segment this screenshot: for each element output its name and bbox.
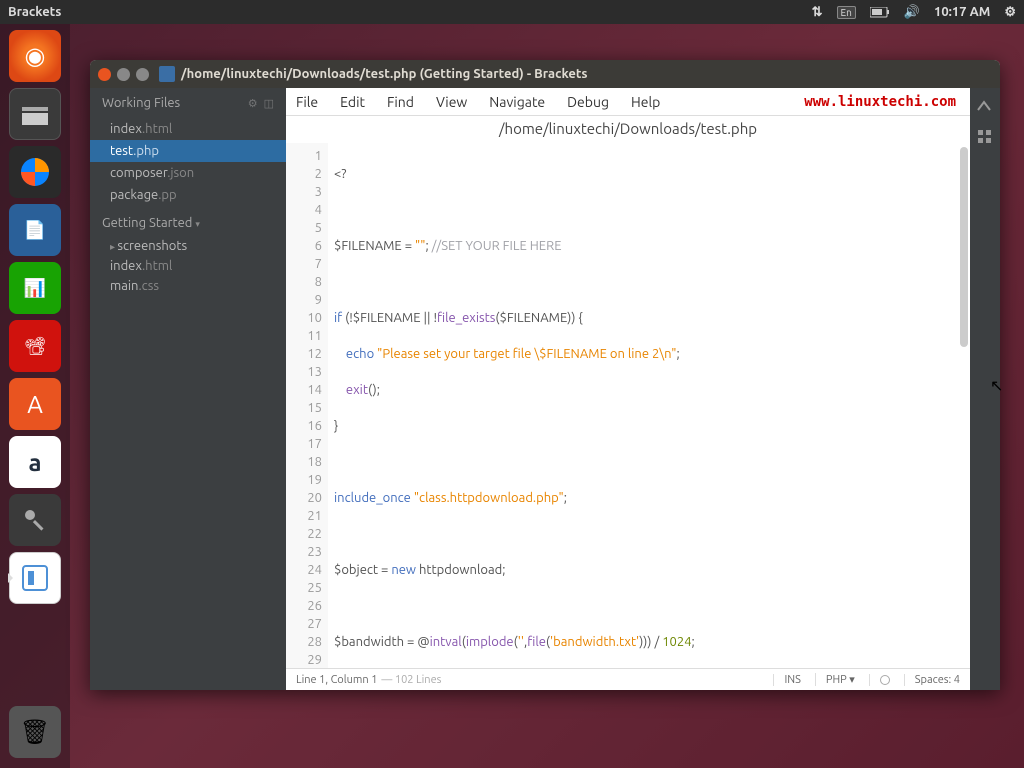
line-gutter: 1234▼56789101112131415▼1617181920▼212223… <box>286 143 328 668</box>
language-mode[interactable]: PHP ▾ <box>815 673 855 686</box>
lint-status[interactable] <box>869 674 890 686</box>
clock[interactable]: 10:17 AM <box>934 5 990 19</box>
unity-launcher: ◉ 📄 📊 📽 A a 🗑 <box>0 24 70 768</box>
menu-find[interactable]: Find <box>387 94 414 110</box>
network-icon[interactable]: ⇅ <box>812 5 823 20</box>
gear-icon[interactable]: ⚙ <box>248 97 258 110</box>
sidebar: Working Files ⚙ ◫ index.html test.php co… <box>90 88 286 690</box>
ubuntu-top-panel: Brackets ⇅ En 🔊 10:17 AM ⚙ <box>0 0 1024 24</box>
live-preview-icon[interactable] <box>976 96 994 114</box>
panel-app-name: Brackets <box>8 5 61 19</box>
trash-icon[interactable]: 🗑 <box>9 706 61 758</box>
minimize-button[interactable] <box>117 68 130 81</box>
menu-edit[interactable]: Edit <box>340 94 365 110</box>
menu-navigate[interactable]: Navigate <box>489 94 545 110</box>
calc-icon[interactable]: 📊 <box>9 262 61 314</box>
cursor-position[interactable]: Line 1, Column 1 <box>296 674 377 686</box>
menu-help[interactable]: Help <box>631 94 660 110</box>
dash-icon[interactable]: ◉ <box>9 30 61 82</box>
watermark-url: www.linuxtechi.com <box>804 94 956 110</box>
window-title: /home/linuxtechi/Downloads/test.php (Get… <box>181 67 588 81</box>
indent-setting[interactable]: Spaces: 4 <box>904 674 960 686</box>
writer-icon[interactable]: 📄 <box>9 204 61 256</box>
tree-main[interactable]: main.css <box>90 276 286 296</box>
firefox-icon[interactable] <box>9 146 61 198</box>
statusbar: Line 1, Column 1 — 102 Lines INS PHP ▾ S… <box>286 668 970 690</box>
brackets-icon[interactable] <box>9 552 61 604</box>
extensions-icon[interactable] <box>976 128 994 146</box>
file-path: /home/linuxtechi/Downloads/test.php <box>286 116 970 143</box>
settings-gear-icon[interactable]: ⚙ <box>1004 5 1016 20</box>
menubar: File Edit Find View Navigate Debug Help … <box>286 88 970 116</box>
volume-icon[interactable]: 🔊 <box>904 5 920 20</box>
tree-index[interactable]: index.html <box>90 256 286 276</box>
amazon-icon[interactable]: a <box>9 436 61 488</box>
working-file-test[interactable]: test.php <box>90 140 286 162</box>
language-indicator[interactable]: En <box>837 6 856 19</box>
menu-debug[interactable]: Debug <box>567 94 609 110</box>
brackets-window: /home/linuxtechi/Downloads/test.php (Get… <box>90 60 1000 690</box>
split-icon[interactable]: ◫ <box>264 97 274 110</box>
insert-mode[interactable]: INS <box>773 674 800 686</box>
window-titlebar[interactable]: /home/linuxtechi/Downloads/test.php (Get… <box>90 60 1000 88</box>
tree-screenshots[interactable]: screenshots <box>90 236 286 256</box>
editor[interactable]: 1234▼56789101112131415▼1617181920▼212223… <box>286 143 970 668</box>
editor-scrollbar[interactable] <box>960 147 968 347</box>
code-area[interactable]: <? $FILENAME = ""; //SET YOUR FILE HERE … <box>328 143 970 668</box>
system-settings-icon[interactable] <box>9 494 61 546</box>
project-header[interactable]: Getting Started ▾ <box>90 206 286 236</box>
close-button[interactable] <box>98 68 111 81</box>
files-icon[interactable] <box>9 88 61 140</box>
battery-icon[interactable] <box>870 7 890 18</box>
working-file-index[interactable]: index.html <box>90 118 286 140</box>
menu-file[interactable]: File <box>296 94 318 110</box>
software-icon[interactable]: A <box>9 378 61 430</box>
working-file-package[interactable]: package.pp <box>90 184 286 206</box>
app-icon <box>159 66 175 82</box>
menu-view[interactable]: View <box>436 94 467 110</box>
impress-icon[interactable]: 📽 <box>9 320 61 372</box>
working-files-header[interactable]: Working Files ⚙ ◫ <box>90 88 286 118</box>
maximize-button[interactable] <box>136 68 149 81</box>
working-file-composer[interactable]: composer.json <box>90 162 286 184</box>
right-toolbar <box>970 88 1000 690</box>
total-lines: — 102 Lines <box>381 674 441 686</box>
